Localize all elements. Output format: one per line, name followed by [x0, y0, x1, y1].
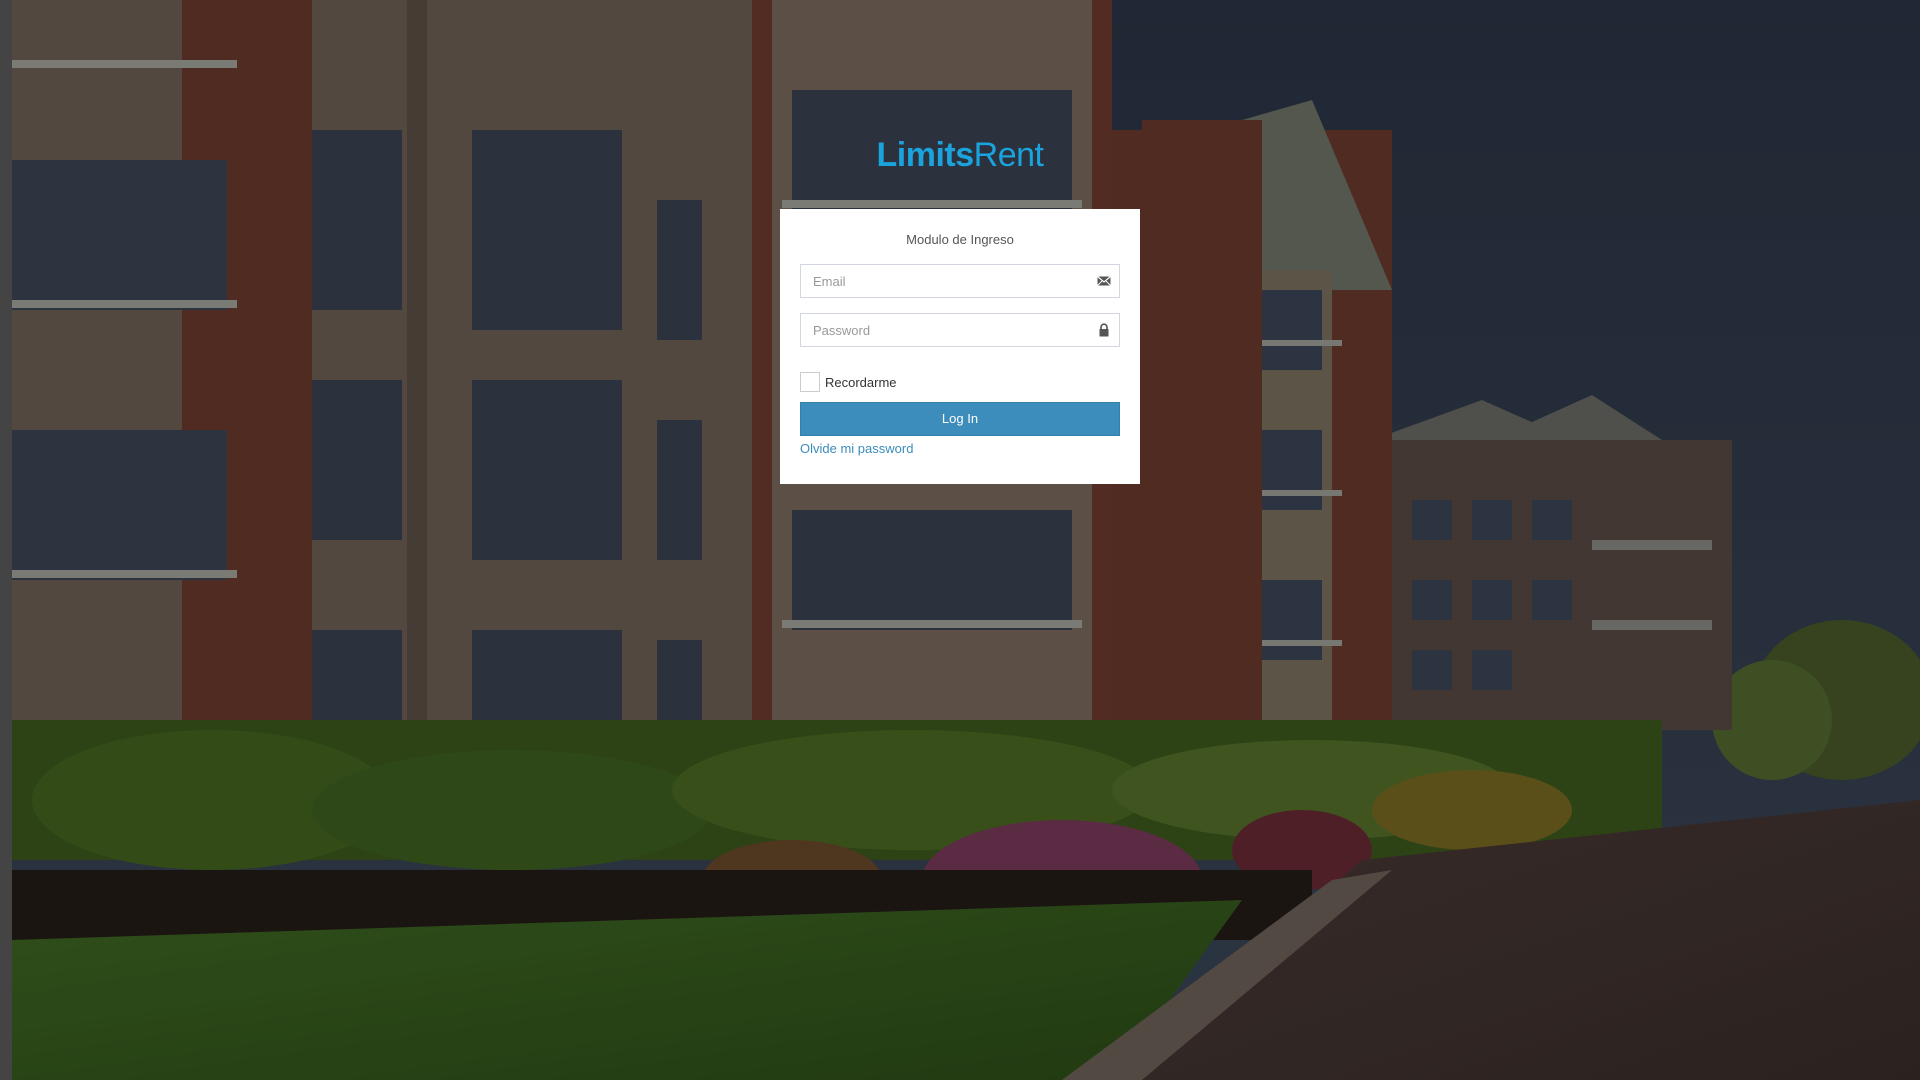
remember-me-checkbox[interactable] — [800, 372, 820, 392]
envelope-icon — [1097, 274, 1111, 288]
brand-logo: LimitsRent — [0, 136, 1920, 175]
password-field-wrapper — [800, 313, 1120, 347]
remember-me-label[interactable]: Recordarme — [825, 375, 897, 390]
remember-me-row: Recordarme — [800, 371, 1120, 393]
email-input[interactable] — [801, 265, 1105, 297]
login-box-title: Modulo de Ingreso — [906, 232, 1014, 247]
login-box: Modulo de Ingreso Email Recordarme Log I… — [780, 209, 1140, 484]
login-button[interactable]: Log In — [800, 402, 1120, 436]
brand-name-strong: Limits — [876, 136, 975, 174]
brand-name-light: Rent — [973, 136, 1044, 174]
login-page: LimitsRent Modulo de Ingreso Email Recor… — [0, 0, 1920, 1080]
email-field-wrapper — [800, 264, 1120, 298]
password-input[interactable] — [801, 314, 1105, 346]
lock-icon — [1097, 323, 1111, 337]
forgot-password-link[interactable]: Olvide mi password — [800, 441, 913, 456]
